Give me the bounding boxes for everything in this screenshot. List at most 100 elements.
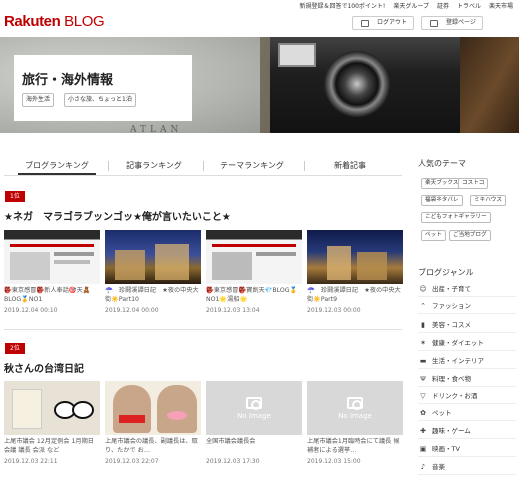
article-date: 2019.12.03 17:30 [206,458,260,465]
genre-item[interactable]: ▽ ドリンク・お酒 [418,389,516,404]
document-icon [430,20,438,27]
article-caption[interactable]: 👺東京感冒👺寶劍天💎BLOG🥇NO1🌟湯船🌟 [206,286,302,304]
article-caption[interactable]: ☂️ 珍鬪溪譚日記 ★夜の中央大街☀️Part9 [307,286,403,304]
top-link-travel[interactable]: トラベル [457,1,481,10]
article-thumbnail[interactable] [105,381,201,435]
page-title: 旅行・海外情報 [22,73,114,88]
article-date: 2019.12.03 15:00 [307,458,361,465]
article-thumbnail[interactable] [4,230,100,284]
rank-badge: 2位 [5,343,25,354]
genre-item[interactable]: ♪ 音楽 [418,460,516,475]
header: Rakuten BLOG 新規登録＆回答で100ポイント! 楽天グループ 証券 … [0,0,519,37]
glass-icon: ▽ [420,392,426,400]
genre-item[interactable]: ☺ 出産・子育て [418,282,516,297]
tab-blog-ranking[interactable]: ブログランキング [18,157,96,175]
genre-label: 音楽 [432,463,445,471]
ranking-tabs: ブログランキング 記事ランキング テーマランキング 新着記事 [4,157,402,176]
article-thumbnail[interactable] [206,230,302,284]
genre-item[interactable]: ▣ 映画・TV [418,442,516,457]
genre-label: 美容・コスメ [432,321,471,329]
running-icon: ✶ [420,339,426,347]
map-watermark: ATLAN [130,125,183,133]
article-thumbnail[interactable] [4,381,100,435]
music-icon: ♪ [420,463,426,471]
genre-item[interactable]: ✶ 健康・ダイエット [418,336,516,351]
tab-separator [304,161,305,171]
game-icon: ✚ [420,427,426,435]
no-image-label: No Image [338,411,372,420]
hero-tag[interactable]: 小さな旅、ちょっと1泊 [64,93,136,107]
article-date: 2019.12.03 00:00 [307,307,361,314]
register-page-button[interactable]: 登録ページ [421,16,483,30]
blog-genres-heading: ブログジャンル [418,268,474,277]
blog-title-link[interactable]: 秋さんの台湾日記 [4,360,84,375]
article-date: 2019.12.04 00:10 [4,307,58,314]
blog-title-link[interactable]: ★ネガ マラゴラブッンゴッ★俺が言いたいこと★ [4,208,231,223]
article-card[interactable]: 👺東京感冒👺寶劍天💎BLOG🥇NO1🌟湯船🌟 2019.12.03 13:04 [206,230,302,314]
hanger-icon: ⌃ [420,302,426,310]
tab-theme-ranking[interactable]: テーマランキング [211,157,293,175]
genre-item[interactable]: ✿ ペット [418,406,516,421]
register-label: 登録ページ [446,19,476,26]
genre-label: 料理・食べ物 [432,375,471,383]
camera-icon [246,396,262,410]
logout-icon [361,20,369,27]
logout-button[interactable]: ログアウト [352,16,414,30]
theme-tag[interactable]: こどもフォトギャラリー [421,212,491,223]
theme-tag[interactable]: 福袋ネタバレ [421,195,463,206]
article-date: 2019.12.04 00:00 [105,307,159,314]
article-thumbnail[interactable] [105,230,201,284]
article-caption[interactable]: 上尾市議会 12月定例会 1月期日会議 議長 会派 など [4,437,100,455]
article-thumbnail-placeholder[interactable]: No Image [307,381,403,435]
logo-product: BLOG [64,13,105,30]
tab-article-ranking[interactable]: 記事ランキング [116,157,192,175]
film-icon: ▣ [419,445,427,453]
article-caption[interactable]: ☂️ 珍鬪溪譚日記 ★夜の中央大街☀️Part10 [105,286,201,304]
logout-label: ログアウト [377,19,408,26]
article-card[interactable]: ☂️ 珍鬪溪譚日記 ★夜の中央大街☀️Part10 2019.12.04 00:… [105,230,201,314]
theme-tag[interactable]: ご当地ブログ [449,230,491,241]
article-card[interactable]: No Image 全国市議会議長会 2019.12.03 17:30 [206,381,302,465]
genre-label: 健康・ダイエット [432,339,484,347]
hero-tag[interactable]: 海外生活 [22,93,55,107]
top-link-securities[interactable]: 証券 [437,1,449,10]
top-link-market[interactable]: 楽天市場 [489,1,513,10]
genre-item[interactable]: ▬ 生活・インテリア [418,354,516,369]
top-links: 新規登録＆回答で100ポイント! 楽天グループ 証券 トラベル 楽天市場 [299,1,513,10]
article-card[interactable]: 上尾市議会の議長、副議長は、取り、たかで お… 2019.12.03 22:07 [105,381,201,465]
genre-item[interactable]: ▮ 美容・コスメ [418,318,516,333]
genre-label: 趣味・ゲーム [432,427,471,435]
article-thumbnail-placeholder[interactable]: No Image [206,381,302,435]
article-thumbnail[interactable] [307,230,403,284]
article-caption[interactable]: 全国市議会議長会 [206,437,302,455]
theme-tag[interactable]: ペット [421,230,446,241]
genre-item[interactable]: ✚ 趣味・ゲーム [418,424,516,439]
lipstick-icon: ▮ [421,321,425,329]
camera-viewfinder [278,43,316,67]
rank-badge: 1位 [5,191,25,202]
theme-tag[interactable]: 楽天ブックス [421,178,463,189]
article-card[interactable]: 上尾市議会 12月定例会 1月期日会議 議長 会派 など 2019.12.03 … [4,381,100,465]
theme-tag[interactable]: コストコ [458,178,489,189]
article-card[interactable]: 👺東京感冒👺新人奉話🎯天🧸BLOG🥇NO1 2019.12.04 00:10 [4,230,100,314]
article-caption[interactable]: 上尾市議会の議長、副議長は、取り、たかで お… [105,437,201,455]
article-card[interactable]: No Image 上尾市議会1月臨時会にて議長 候補者による選挙… 2019.1… [307,381,403,465]
top-link-group[interactable]: 楽天グループ [393,1,429,10]
top-link-campaign[interactable]: 新規登録＆回答で100ポイント! [299,1,385,10]
article-card[interactable]: ☂️ 珍鬪溪譚日記 ★夜の中央大街☀️Part9 2019.12.03 00:0… [307,230,403,314]
logo-brand: Rakuten [4,13,61,30]
popular-themes-heading: 人気のテーマ [418,159,466,168]
genre-item[interactable]: ⌃ ファッション [418,299,516,314]
camera-lens [324,51,390,117]
theme-tag[interactable]: ミキハウス [470,195,506,206]
tab-new-articles[interactable]: 新着記事 [312,157,388,175]
genre-label: 映画・TV [432,445,460,453]
genre-item[interactable]: Ψ 料理・食べ物 [418,372,516,387]
rakuten-blog-logo[interactable]: Rakuten BLOG [4,13,105,30]
sofa-icon: ▬ [419,357,427,365]
genre-label: ペット [432,409,452,417]
fork-knife-icon: Ψ [420,375,426,383]
article-date: 2019.12.03 22:11 [4,458,58,465]
article-caption[interactable]: 👺東京感冒👺新人奉話🎯天🧸BLOG🥇NO1 [4,286,100,304]
article-caption[interactable]: 上尾市議会1月臨時会にて議長 候補者による選挙… [307,437,403,455]
